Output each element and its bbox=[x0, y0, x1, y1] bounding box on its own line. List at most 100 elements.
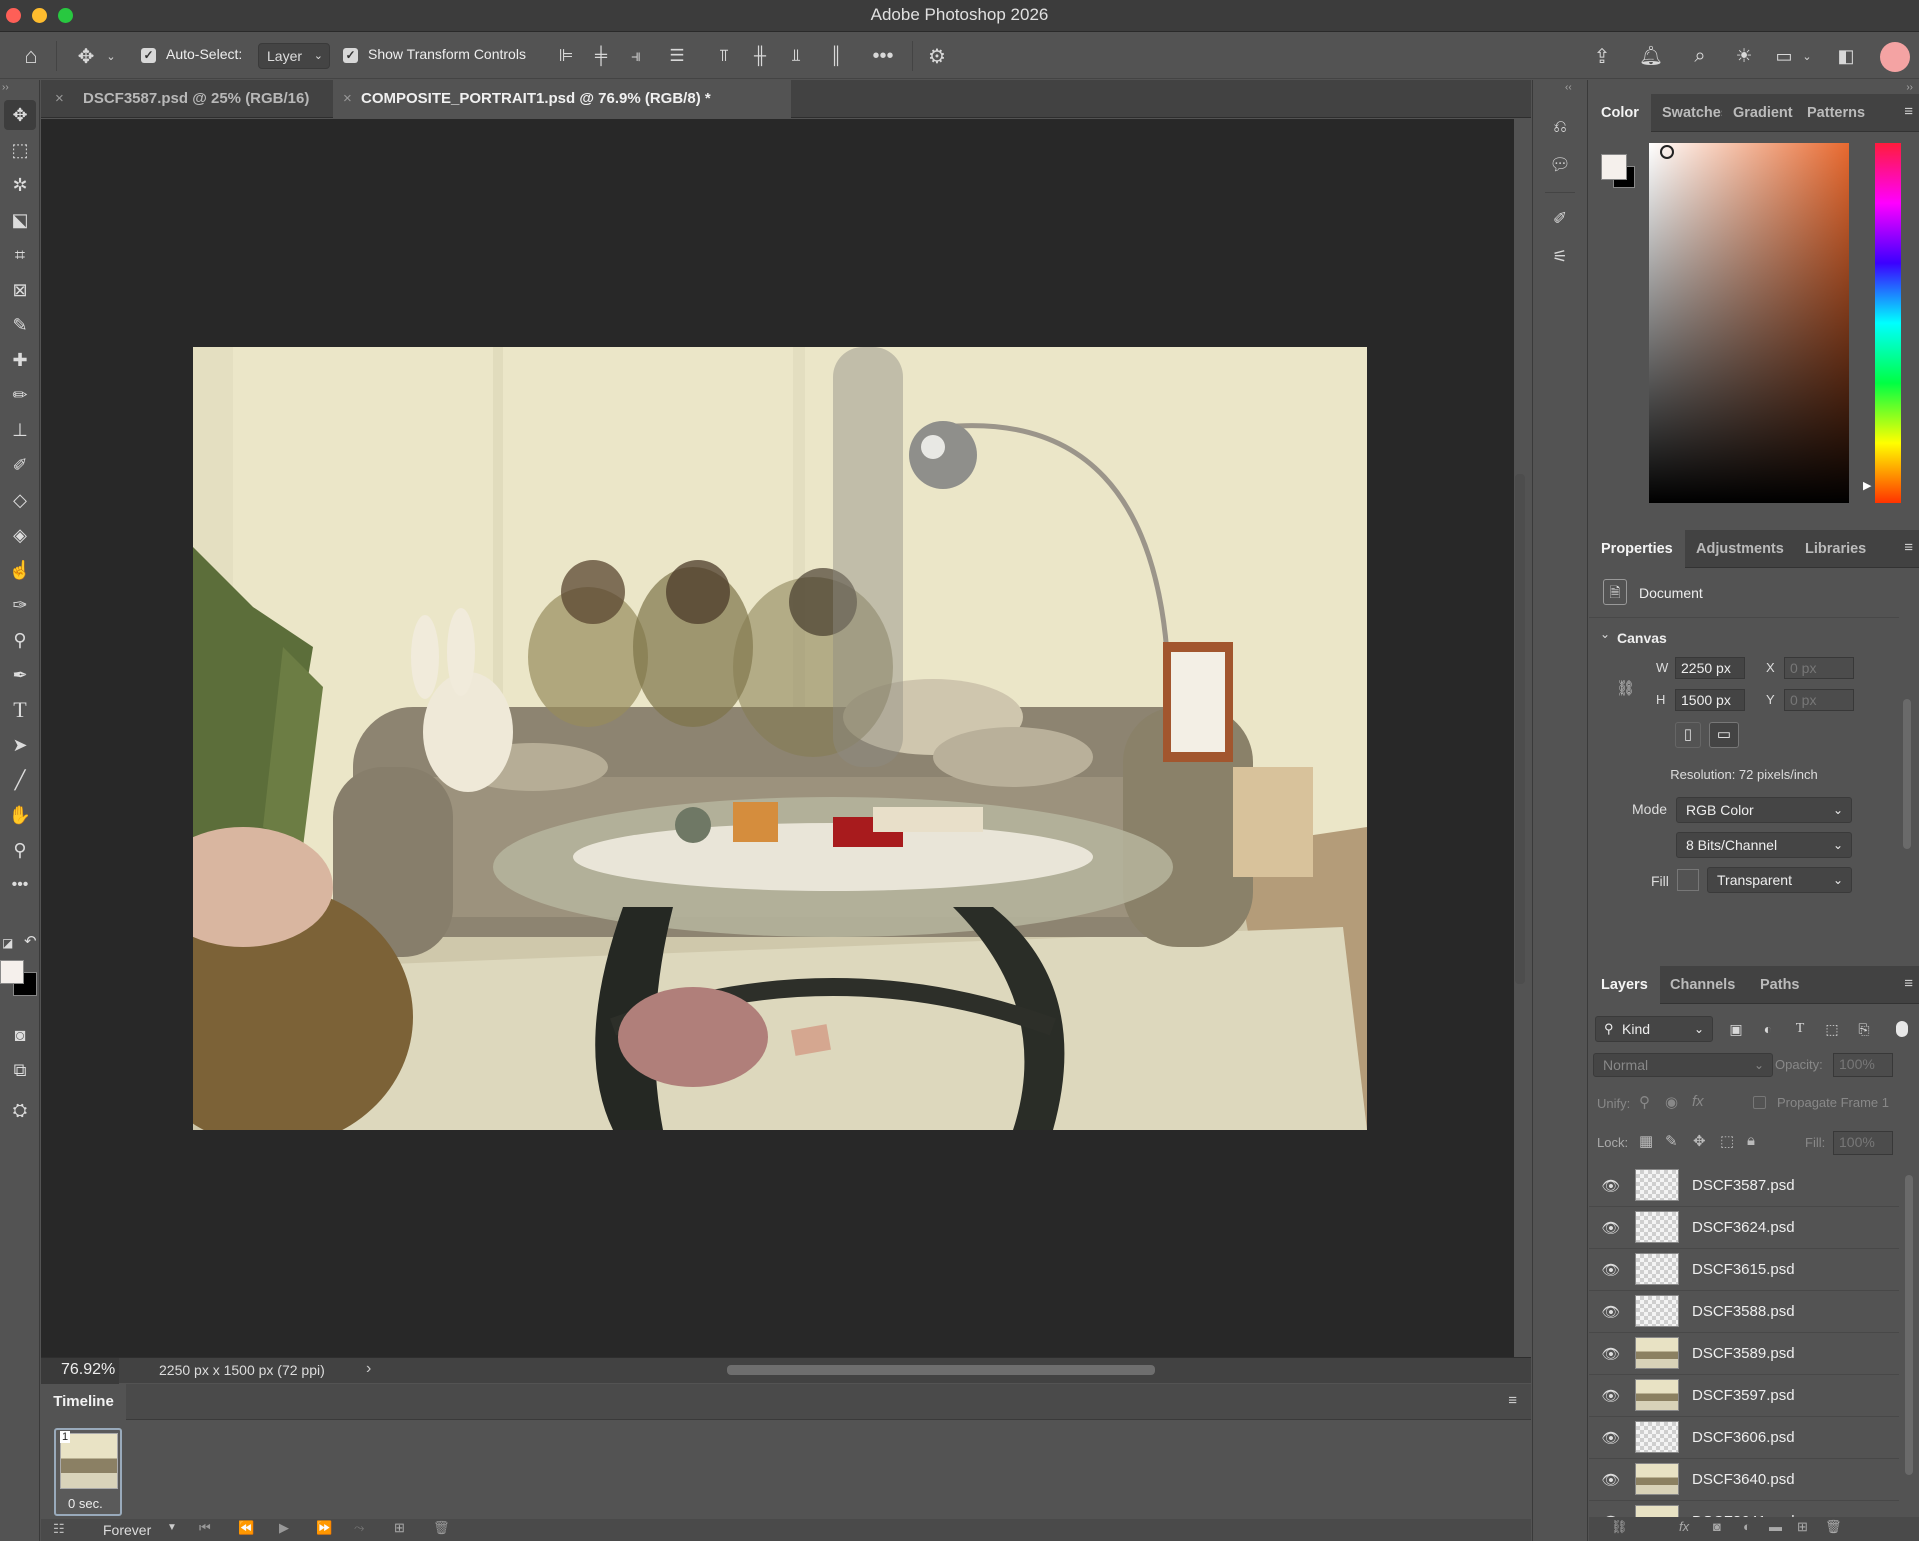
properties-scrollbar[interactable] bbox=[1903, 699, 1911, 849]
gear-icon[interactable]: ⚙ bbox=[924, 43, 950, 69]
brush-tool-icon[interactable]: ✏ bbox=[4, 380, 36, 410]
trash-icon[interactable]: 🗑︎ bbox=[433, 1520, 450, 1536]
fill-opacity-field[interactable]: 100% bbox=[1833, 1131, 1893, 1155]
timeline-frame[interactable]: 1 0 sec. bbox=[54, 1428, 122, 1516]
adjustments-sliders-icon[interactable]: ⚟ bbox=[1545, 242, 1575, 272]
portrait-orientation-icon[interactable]: ▯ bbox=[1675, 722, 1701, 748]
align-left-icon[interactable]: ⊫ bbox=[554, 43, 578, 69]
tab-dscf3587[interactable]: × DSCF3587.psd @ 25% (RGB/16) bbox=[41, 80, 333, 118]
layers-scrollbar[interactable] bbox=[1905, 1175, 1913, 1475]
line-tool-icon[interactable]: ╱ bbox=[4, 765, 36, 795]
move-tool-icon[interactable]: ✥ bbox=[72, 42, 100, 70]
panel-menu-icon[interactable]: ≡ bbox=[1904, 975, 1913, 992]
distribute-vertical-icon[interactable]: ║ bbox=[824, 43, 848, 69]
panel-menu-icon[interactable]: ≡ bbox=[1508, 1392, 1517, 1409]
default-colors-icon[interactable]: ◪ bbox=[2, 936, 13, 950]
auto-select-checkbox[interactable]: ✓ bbox=[141, 48, 156, 63]
eye-icon[interactable]: 👁︎ bbox=[1601, 1387, 1621, 1407]
unify-position-icon[interactable]: ⚲ bbox=[1639, 1093, 1650, 1111]
duplicate-frame-icon[interactable]: ⊞ bbox=[394, 1520, 405, 1536]
height-field[interactable]: 1500 px bbox=[1675, 689, 1745, 711]
status-menu-arrow[interactable]: › bbox=[366, 1360, 371, 1378]
path-selection-tool-icon[interactable]: ➤ bbox=[4, 730, 36, 760]
layer-row[interactable]: 👁︎ DSCF3587.psd bbox=[1589, 1165, 1899, 1207]
layer-row[interactable]: 👁︎ DSCF3589.psd bbox=[1589, 1333, 1899, 1375]
healing-brush-tool-icon[interactable]: ✚ bbox=[4, 345, 36, 375]
propagate-checkbox[interactable] bbox=[1753, 1096, 1766, 1109]
layer-row[interactable]: 👁︎ DSCF3597.psd bbox=[1589, 1375, 1899, 1417]
comments-icon[interactable]: 💬︎ bbox=[1545, 150, 1575, 180]
distribute-horizontal-icon[interactable]: ☰ bbox=[664, 43, 690, 69]
fx-icon[interactable]: fx bbox=[1679, 1519, 1689, 1534]
kind-filter-dropdown[interactable]: ⚲ Kind ⌄ bbox=[1595, 1016, 1713, 1042]
horizontal-scrollbar[interactable] bbox=[727, 1365, 1155, 1375]
fill-swatch[interactable] bbox=[1677, 869, 1699, 891]
close-icon[interactable]: × bbox=[343, 80, 352, 118]
tab-patterns[interactable]: Patterns bbox=[1807, 94, 1865, 132]
eye-icon[interactable]: 👁︎ bbox=[1601, 1471, 1621, 1491]
link-layers-icon[interactable]: ⛓ bbox=[1611, 1519, 1628, 1535]
move-tool-icon[interactable]: ✥ bbox=[4, 100, 36, 130]
type-tool-icon[interactable]: T bbox=[4, 695, 36, 725]
mode-dropdown[interactable]: RGB Color ⌄ bbox=[1676, 797, 1852, 823]
fill-dropdown[interactable]: Transparent ⌄ bbox=[1707, 867, 1852, 893]
swap-colors-icon[interactable]: ↶ bbox=[24, 932, 37, 950]
zoom-tool-icon[interactable]: ⚲ bbox=[4, 835, 36, 865]
history-brush-tool-icon[interactable]: ✐ bbox=[4, 450, 36, 480]
color-picker-cursor[interactable] bbox=[1660, 145, 1674, 159]
home-icon[interactable]: ⌂ bbox=[16, 42, 46, 70]
timeline-title[interactable]: Timeline bbox=[41, 1384, 126, 1420]
tool-preset-chevron-icon[interactable]: ⌄ bbox=[104, 45, 118, 67]
document-canvas[interactable] bbox=[193, 347, 1367, 1130]
loop-dropdown[interactable]: Forever bbox=[103, 1522, 151, 1538]
adjustment-layer-icon[interactable]: ◐ bbox=[1743, 1519, 1751, 1534]
convert-timeline-icon[interactable]: ☷ bbox=[53, 1521, 65, 1537]
new-layer-icon[interactable]: ⊞ bbox=[1797, 1519, 1808, 1535]
tab-color[interactable]: Color bbox=[1589, 94, 1651, 132]
collapse-arrows-icon[interactable]: ‹‹ bbox=[1565, 82, 1572, 93]
layer-row[interactable]: 👁︎ DSCF3624.psd bbox=[1589, 1207, 1899, 1249]
paint-bucket-tool-icon[interactable]: ◈ bbox=[4, 520, 36, 550]
align-right-icon[interactable]: ⫣ bbox=[624, 43, 648, 69]
frame-tool-icon[interactable]: ⊠ bbox=[4, 275, 36, 305]
layer-row[interactable]: 👁︎ DSCF3615.psd bbox=[1589, 1249, 1899, 1291]
lock-position-icon[interactable]: ✥ bbox=[1693, 1132, 1706, 1150]
layer-row[interactable]: 👁︎ DSCF3640.psd bbox=[1589, 1459, 1899, 1501]
link-dimensions-icon[interactable]: ⛓ bbox=[1616, 679, 1635, 697]
folder-icon[interactable]: ▬ bbox=[1769, 1519, 1782, 1534]
chevron-down-icon[interactable]: ▼ bbox=[167, 1522, 177, 1533]
marquee-tool-icon[interactable]: ⬚ bbox=[4, 135, 36, 165]
tween-icon[interactable]: ⤳ bbox=[354, 1520, 364, 1536]
workspace-chevron-icon[interactable]: ⌄ bbox=[1800, 45, 1814, 67]
pixel-layer-filter-icon[interactable]: ▣ bbox=[1725, 1017, 1747, 1041]
pen-tool-icon[interactable]: ✒ bbox=[4, 660, 36, 690]
previous-frame-icon[interactable]: ⏪ bbox=[238, 1520, 254, 1536]
tab-libraries[interactable]: Libraries bbox=[1805, 530, 1866, 568]
lock-image-icon[interactable]: ✎ bbox=[1665, 1132, 1678, 1150]
eye-icon[interactable]: 👁︎ bbox=[1601, 1261, 1621, 1281]
object-selection-tool-icon[interactable]: ⬕ bbox=[4, 205, 36, 235]
trash-icon[interactable]: 🗑︎ bbox=[1825, 1519, 1842, 1535]
zoom-level[interactable]: 76.92% bbox=[41, 1358, 119, 1384]
layer-row[interactable]: 👁︎ DSCF3606.psd bbox=[1589, 1417, 1899, 1459]
show-transform-checkbox[interactable]: ✓ bbox=[343, 48, 358, 63]
dodge-tool-icon[interactable]: ⚲ bbox=[4, 625, 36, 655]
play-icon[interactable]: ▶ bbox=[279, 1520, 289, 1536]
eraser-tool-icon[interactable]: ◇ bbox=[4, 485, 36, 515]
lock-transparent-icon[interactable]: ▦ bbox=[1639, 1132, 1653, 1150]
x-field[interactable]: 0 px bbox=[1784, 657, 1854, 679]
eyedropper-tool-icon[interactable]: ✎ bbox=[4, 310, 36, 340]
unify-style-icon[interactable]: fx bbox=[1692, 1093, 1704, 1110]
eye-icon[interactable]: 👁︎ bbox=[1601, 1345, 1621, 1365]
blend-mode-dropdown[interactable]: Normal ⌄ bbox=[1593, 1053, 1773, 1077]
align-center-horizontal-icon[interactable]: ╪ bbox=[589, 43, 613, 69]
mask-icon[interactable]: ◙ bbox=[1713, 1519, 1721, 1534]
more-options-icon[interactable]: ••• bbox=[868, 43, 898, 69]
history-icon[interactable]: ⎌ bbox=[1545, 112, 1575, 142]
tab-adjustments[interactable]: Adjustments bbox=[1696, 530, 1784, 568]
y-field[interactable]: 0 px bbox=[1784, 689, 1854, 711]
next-frame-icon[interactable]: ⏩ bbox=[316, 1520, 332, 1536]
saturation-brightness-field[interactable] bbox=[1649, 143, 1849, 503]
frame-delay[interactable]: 0 sec. bbox=[68, 1496, 103, 1511]
bit-depth-dropdown[interactable]: 8 Bits/Channel ⌄ bbox=[1676, 832, 1852, 858]
